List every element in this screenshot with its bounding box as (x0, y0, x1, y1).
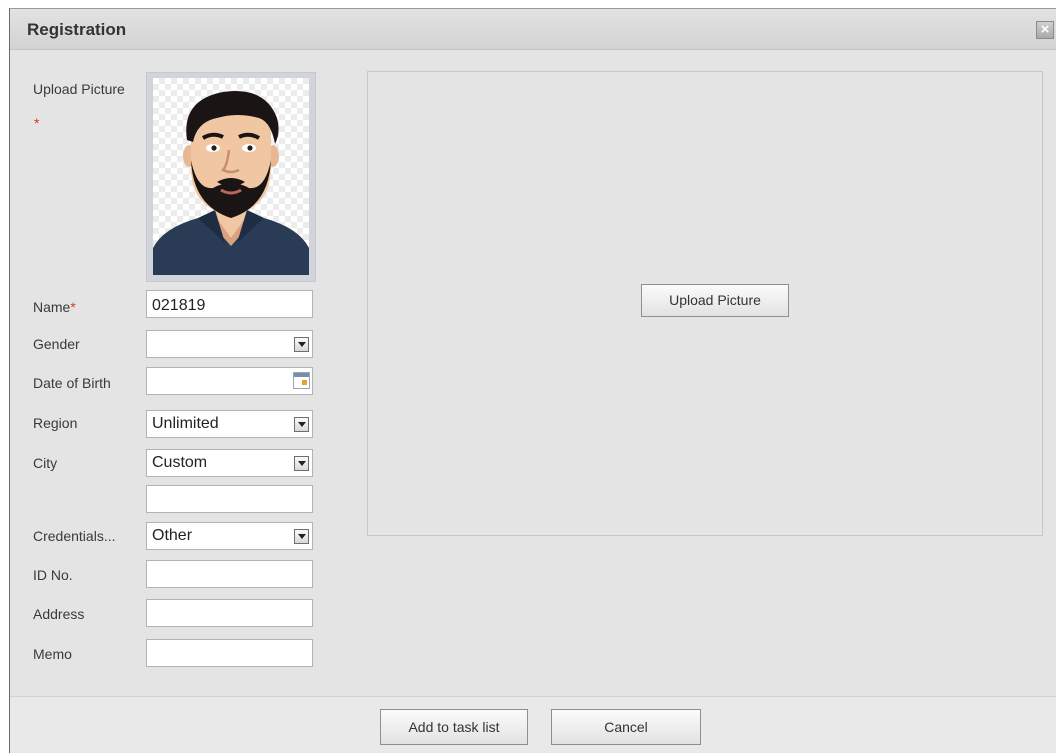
cancel-button[interactable]: Cancel (551, 709, 701, 745)
memo-label: Memo (33, 646, 72, 662)
name-label: Name* (33, 299, 76, 315)
address-label: Address (33, 606, 85, 622)
upload-picture-button[interactable]: Upload Picture (641, 284, 789, 317)
picture-preview-panel: Upload Picture (367, 71, 1043, 536)
memo-field[interactable] (146, 639, 313, 667)
city-select[interactable]: Custom (146, 449, 313, 477)
close-icon[interactable]: × (1036, 21, 1054, 39)
add-to-task-list-button[interactable]: Add to task list (380, 709, 528, 745)
region-label: Region (33, 415, 78, 431)
gender-label: Gender (33, 336, 80, 352)
upload-picture-label: Upload Picture (33, 81, 125, 97)
avatar (153, 78, 309, 275)
credentials-select[interactable]: Other (146, 522, 313, 550)
calendar-icon[interactable] (293, 372, 310, 389)
id-no-field[interactable] (146, 560, 313, 588)
dialog-title: Registration (27, 20, 127, 39)
date-of-birth-label: Date of Birth (33, 375, 111, 391)
required-mark: * (34, 115, 40, 131)
id-no-label: ID No. (33, 567, 73, 583)
chevron-down-icon[interactable] (294, 337, 309, 352)
registration-dialog: Registration × Upload Picture * Name* 02… (9, 8, 1056, 753)
dialog-footer: Add to task list Cancel (10, 696, 1056, 753)
address-field[interactable] (146, 599, 313, 627)
region-value: Unlimited (152, 415, 219, 432)
city-label: City (33, 455, 58, 471)
chevron-down-icon[interactable] (294, 417, 309, 432)
city-value: Custom (152, 454, 208, 471)
city-custom-field[interactable] (146, 485, 313, 513)
gender-select[interactable] (146, 330, 313, 358)
title-bar: Registration × (10, 9, 1056, 50)
region-select[interactable]: Unlimited (146, 410, 313, 438)
chevron-down-icon[interactable] (294, 529, 309, 544)
chevron-down-icon[interactable] (294, 456, 309, 471)
photo-frame[interactable] (146, 72, 316, 282)
name-field[interactable] (146, 290, 313, 318)
credentials-value: Other (152, 527, 193, 544)
credentials-label: Credentials... (33, 528, 116, 544)
date-of-birth-field[interactable] (146, 367, 313, 395)
